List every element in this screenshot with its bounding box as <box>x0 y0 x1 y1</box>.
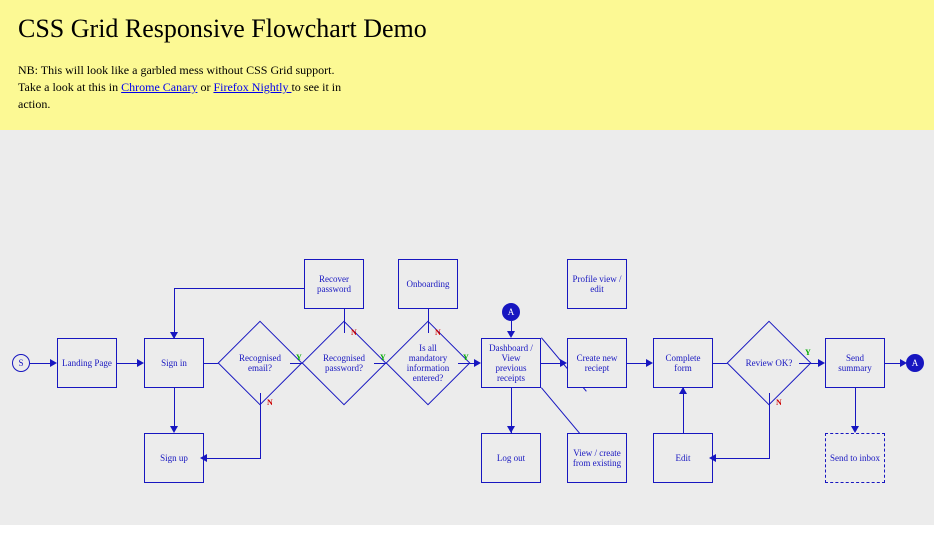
label-y: Y <box>463 353 469 362</box>
flowchart-canvas: S Landing Page Sign in Sign up Recognise… <box>0 130 934 525</box>
node-signin: Sign in <box>144 338 204 388</box>
label-n: N <box>351 328 357 337</box>
label-n: N <box>435 328 441 337</box>
label-n: N <box>776 398 782 407</box>
start-node: S <box>12 354 30 372</box>
support-note: NB: This will look like a garbled mess w… <box>18 62 348 112</box>
node-profile: Profile view / edit <box>567 259 627 309</box>
node-onboarding: Onboarding <box>398 259 458 309</box>
label-y: Y <box>805 348 811 357</box>
label-y: Y <box>380 353 386 362</box>
node-send-summary: Send summary <box>825 338 885 388</box>
node-logout: Log out <box>481 433 541 483</box>
connector-a-out: A <box>906 354 924 372</box>
node-recover: Recover password <box>304 259 364 309</box>
connector-a-in: A <box>502 303 520 321</box>
decision-rec-pwd: Recognised password? <box>314 333 374 393</box>
decision-rec-email: Recognised email? <box>230 333 290 393</box>
node-edit: Edit <box>653 433 713 483</box>
label-n: N <box>267 398 273 407</box>
decision-review: Review OK? <box>739 333 799 393</box>
firefox-nightly-link[interactable]: Firefox Nightly <box>213 80 291 94</box>
node-view-create: View / create from existing <box>567 433 627 483</box>
label-y: Y <box>296 353 302 362</box>
node-send-inbox: Send to inbox <box>825 433 885 483</box>
page-title: CSS Grid Responsive Flowchart Demo <box>18 14 916 44</box>
chrome-canary-link[interactable]: Chrome Canary <box>121 80 197 94</box>
header: CSS Grid Responsive Flowchart Demo NB: T… <box>0 0 934 130</box>
node-complete: Complete form <box>653 338 713 388</box>
decision-mandatory: Is all mandatory information entered? <box>398 333 458 393</box>
node-landing: Landing Page <box>57 338 117 388</box>
node-signup: Sign up <box>144 433 204 483</box>
node-dashboard: Dashboard / View previous receipts <box>481 338 541 388</box>
node-create-new: Create new reciept <box>567 338 627 388</box>
